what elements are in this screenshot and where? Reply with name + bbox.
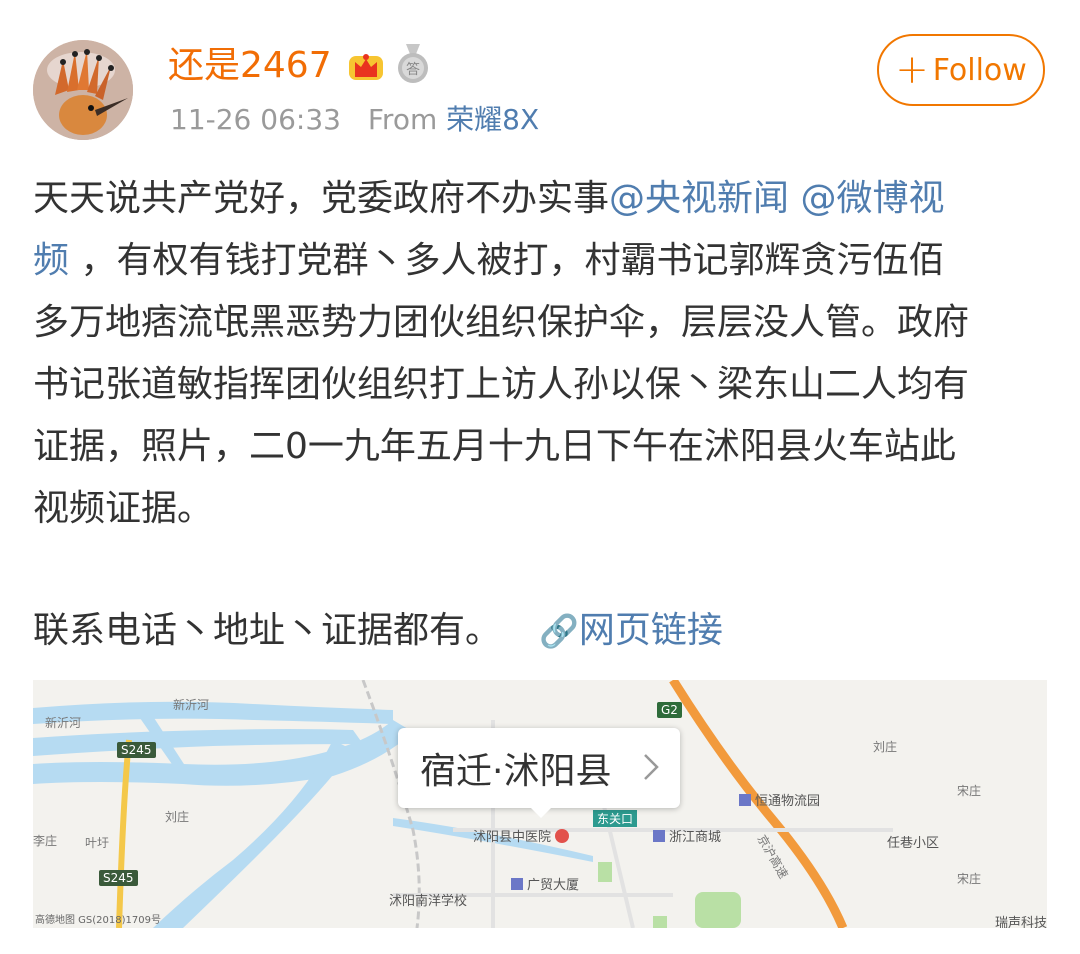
follow-label: Follow <box>932 52 1027 88</box>
post-contact-line: 联系电话丶地址丶证据都有。 🔗网页链接 <box>33 600 723 662</box>
nanyang-school-label: 沭阳南洋学校 <box>389 894 468 909</box>
map-poi-hospital[interactable]: 沭阳县中医院 <box>473 826 570 845</box>
post-line-1: 天天说共产党好，党委政府不办实事@央视新闻 @微博视 <box>33 168 1053 230</box>
map-label-xinyi-river-1: 新沂河 <box>45 716 82 730</box>
map-poi-zhejiang-mall[interactable]: 浙江商城 <box>653 826 721 845</box>
link-icon: 🔗 <box>539 612 579 650</box>
web-link[interactable]: 🔗网页链接 <box>539 610 723 651</box>
post-line-6: 视频证据。 <box>33 488 214 529</box>
road-s245-top: S245 <box>117 742 156 758</box>
building-icon <box>739 794 751 806</box>
post-line-2: 频 ，有权有钱打党群丶多人被打，村霸书记郭辉贪污伍佰 <box>33 230 1053 292</box>
weibo-post: 还是2467 答 11-26 06:33 From 荣耀8X + Follow … <box>0 0 1080 954</box>
location-map[interactable]: S245 S245 G2 新沂河 新沂河 刘庄 叶圩 李庄 刘庄 宋庄 宋庄 沭… <box>33 680 1047 928</box>
map-poi-renxiang[interactable]: 任巷小区 <box>887 832 939 851</box>
post-timestamp: 11-26 06:33 <box>170 103 341 136</box>
contact-text: 联系电话丶地址丶证据都有。 <box>33 610 502 651</box>
from-label: From <box>367 103 438 136</box>
post-text-segment: 天天说共产党好，党委政府不办实事 <box>33 178 610 219</box>
mention-weibo-video-a[interactable]: @微博视 <box>800 178 944 219</box>
map-attribution: 高德地图 GS(2018)1709号 <box>35 915 161 926</box>
location-card-pointer <box>529 806 553 818</box>
guangmao-label: 广贸大厦 <box>527 878 580 893</box>
road-g2: G2 <box>657 702 682 718</box>
medal-badge-icon[interactable]: 答 <box>396 44 430 84</box>
map-label-songzhuang-lower: 宋庄 <box>957 872 982 886</box>
follow-button[interactable]: + Follow <box>877 34 1045 106</box>
hospital-icon <box>555 829 570 843</box>
building-icon <box>653 830 665 842</box>
renxiang-label: 任巷小区 <box>887 836 940 851</box>
zhejiang-mall-label: 浙江商城 <box>669 830 722 845</box>
road-s245-bottom: S245 <box>99 870 138 886</box>
post-line-4: 书记张道敏指挥团伙组织打上访人孙以保丶梁东山二人均有 <box>33 364 970 405</box>
map-label-songzhuang: 宋庄 <box>957 784 982 798</box>
dongguankou-label: 东关口 <box>593 810 638 827</box>
map-label-xinyi-river-2: 新沂河 <box>173 698 210 712</box>
map-label-liuzhuang-right: 刘庄 <box>873 740 898 754</box>
post-text-segment: ，有权有钱打党群丶多人被打，村霸书记郭辉贪污伍佰 <box>69 240 945 281</box>
post-line-3: 多万地痞流氓黑恶势力团伙组织保护伞，层层没人管。政府 <box>33 302 970 343</box>
user-avatar[interactable] <box>33 40 133 140</box>
map-label-lizhuang: 李庄 <box>33 834 58 848</box>
map-poi-ruisheng[interactable]: 瑞声科技 <box>995 912 1047 928</box>
vip-crown-icon[interactable] <box>346 46 386 86</box>
svg-text:答: 答 <box>406 61 420 78</box>
post-meta: 11-26 06:33 From 荣耀8X <box>170 100 539 140</box>
map-label-yegou: 叶圩 <box>85 836 110 850</box>
map-poi-dongguankou[interactable]: 东关口 <box>593 810 638 827</box>
map-label-liuzhuang-left: 刘庄 <box>165 810 190 824</box>
post-text: 天天说共产党好，党委政府不办实事@央视新闻 @微博视 频 ，有权有钱打党群丶多人… <box>33 168 1053 540</box>
location-card[interactable]: 宿迁·沭阳县 <box>398 728 680 808</box>
device-link[interactable]: 荣耀8X <box>446 103 539 136</box>
web-link-label: 网页链接 <box>578 610 723 651</box>
mention-weibo-video-b[interactable]: 频 <box>33 240 69 281</box>
post-line-5: 证据，照片，二0一九年五月十九日下午在沭阳县火车站此 <box>33 426 956 467</box>
chevron-right-icon <box>644 754 659 780</box>
mention-cctv-news[interactable]: @央视新闻 <box>609 178 789 219</box>
building-icon <box>511 878 523 890</box>
plus-icon: + <box>895 47 929 93</box>
location-name: 宿迁·沭阳县 <box>420 751 612 792</box>
map-poi-guangmao[interactable]: 广贸大厦 <box>511 874 579 893</box>
hengtong-label: 恒通物流园 <box>755 794 821 809</box>
map-poi-hengtong[interactable]: 恒通物流园 <box>739 790 820 809</box>
ruisheng-label: 瑞声科技 <box>995 916 1047 928</box>
username[interactable]: 还是2467 <box>168 44 332 88</box>
avatar-bird-image <box>33 40 133 140</box>
map-poi-nanyang-school[interactable]: 沭阳南洋学校 <box>389 890 467 909</box>
hospital-label: 沭阳县中医院 <box>473 830 552 845</box>
